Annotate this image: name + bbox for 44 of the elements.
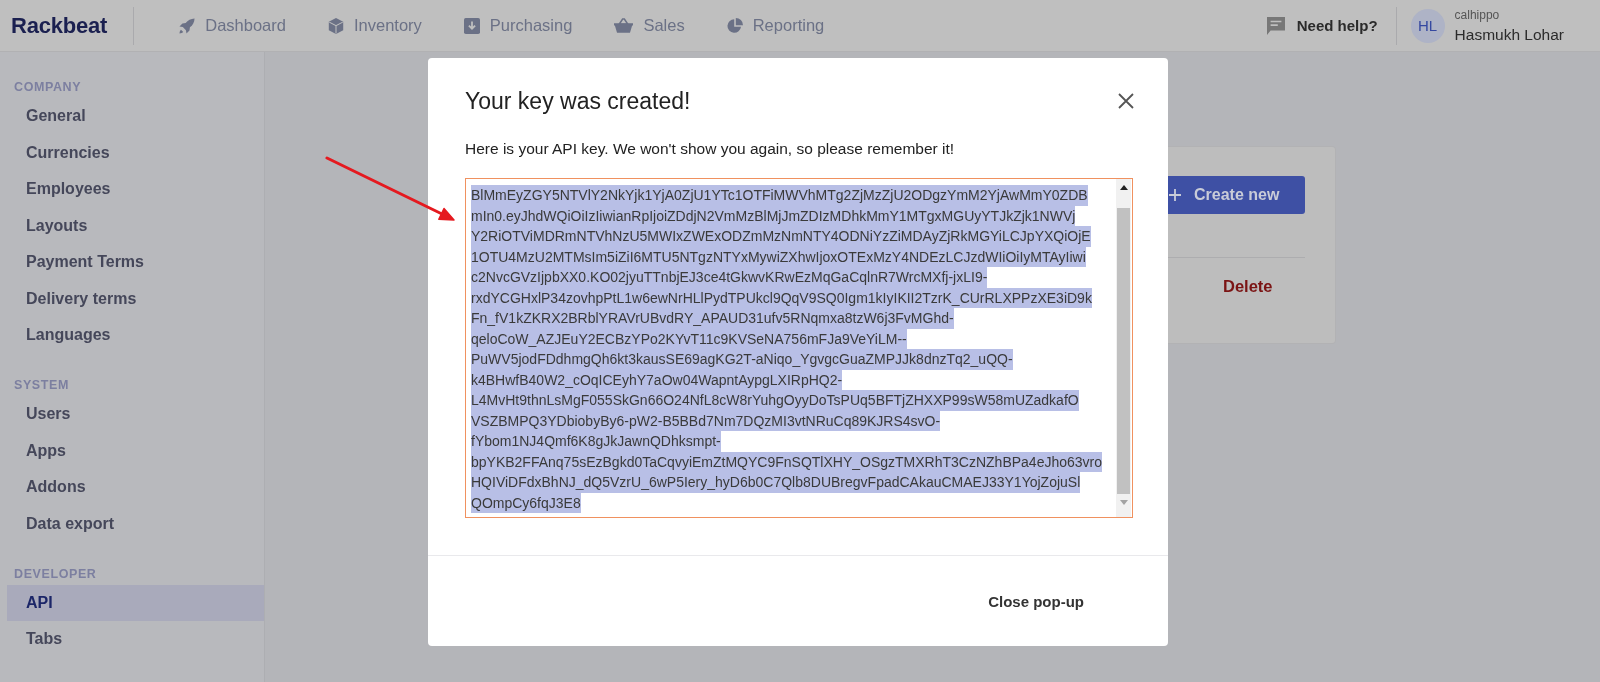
- scrollbar[interactable]: [1116, 179, 1131, 517]
- scrollbar-thumb[interactable]: [1117, 208, 1130, 494]
- section-heading: DEVELOPER: [13, 565, 97, 583]
- modal-title: Your key was created!: [465, 86, 691, 116]
- sidebar-item[interactable]: Data export: [7, 505, 264, 542]
- sidebar-item[interactable]: General: [7, 98, 264, 135]
- sidebar-item[interactable]: Addons: [7, 469, 264, 506]
- nav-link[interactable]: Reporting: [726, 16, 825, 35]
- pie-chart-icon: [726, 17, 743, 34]
- download-tray-icon: [463, 17, 480, 34]
- delete-button[interactable]: Delete: [1223, 276, 1273, 296]
- cube-icon: [327, 17, 344, 34]
- sidebar-item[interactable]: Employees: [7, 171, 264, 208]
- scroll-down-icon[interactable]: [1119, 500, 1128, 505]
- sidebar-item[interactable]: Currencies: [7, 134, 264, 171]
- sidebar-item[interactable]: Delivery terms: [7, 280, 264, 317]
- rocket-icon: [179, 17, 196, 34]
- scroll-up-icon[interactable]: [1119, 185, 1128, 190]
- sidebar-item[interactable]: Apps: [7, 432, 264, 469]
- account-name: calhippo: [1454, 7, 1501, 23]
- plus-icon: [1169, 189, 1181, 201]
- chat-icon: [1266, 16, 1285, 35]
- sidebar-item[interactable]: Payment Terms: [7, 244, 264, 281]
- close-icon[interactable]: [1118, 92, 1134, 109]
- user-name: Hasmukh Lohar: [1454, 24, 1564, 44]
- basket-icon: [614, 18, 634, 33]
- logo[interactable]: Rackbeat: [11, 12, 108, 39]
- section-heading: COMPANY: [13, 79, 82, 96]
- section-heading: SYSTEM: [13, 377, 69, 394]
- user-avatar[interactable]: HL: [1410, 8, 1445, 43]
- nav-link[interactable]: Inventory: [327, 16, 422, 35]
- sidebar-item[interactable]: Languages: [7, 317, 264, 354]
- help-link[interactable]: Need help?: [1266, 16, 1378, 35]
- sidebar-item[interactable]: API: [7, 584, 264, 621]
- nav-link[interactable]: Dashboard: [179, 16, 286, 35]
- sidebar-item[interactable]: Layouts: [7, 207, 264, 244]
- api-key-field[interactable]: BlMmEyZGY5NTVlY2NkYjk1YjA0ZjU1YTc1OTFiMWVhMTg2ZjMzZjU2ODgzYmM2YjAwMmY0ZDB mIn0.eyJhdWQiOiIzIiwianRpIjoiZDdjN2VmMzBlMjJmZDIzMDhkMmY1MTgxMGUyYTJkZjk1NWVj Y2RiOTViMDRmNTVhNzU5MWIxZWExODZmMzNmNTY4ODNiYzZiMDAyZjRkMGYiLCJpYXQiOjE 1OTU4MzU2MTMsIm5iZiI6MTU5NTgzNTYxMywiZXhwIjoxOTExMzY4NDEzLCJzdWIiOiIyMTAyIiwi c2NvcGVzIjpbXX0.KO02jyuTTnbjEJ3ce4tGkwvKRwEzMqGaCqlnR7WrcMXfj-jxLI9- rxdYCGHxlP34zovhpPtL1w6ewNrHLlPydTPUkcl9QqV9SQ0Igm1kIyIKII2TzrK_CUrRLXPPzXE3iD9k Fn_fV1kZKRX2BRblYRAVrUBvdRY_APAUD31ufv5RNqmxa8tzW6j3FvMGhd- qeloCoW_AZJEuY2ECBzYPo2KYvT11c9KVSeNA756mFJa9VeYiLM-- PuWV5jodFDdhmgQh6kt3kausSE69agKG2T-aNiqo_YgvgcGuaZMPJJk8dnzTq2_uQQ- k4BHwfB40W2_cOqICEyhY7aOw04WapntAypgLXIRpHQ2- L4MvHt9thnLsMgF055SkGn66O24NfL8cW8rYuhgOyyDoTsPUq5BFTjZHXXP99sW58mUZadkafO VSZBMPQ3YDbiobyBy6-pW2-B5BBd7Nm7DQzMI3vtNRuCq89KJRS4svO- fYbom1NJ4Qmf6K8gJkJawnQDhksmpt- bpYKB2FFAnq75sEzBgkd0TaCqvyiEmZtMQYC9FnSQTlXHY_OSgzTMXRhT3CzNZhBPa4eJho63vro HQIViDFdxBhNJ_dQ5VzrU_6wP5Iery_hyD6b0C7Qlb8DUBregvFpadCAkauCMAEJ33Y1YojZojuSl QOmpCy6fqJ3E8: [465, 178, 1133, 518]
- nav-link[interactable]: Purchasing: [463, 16, 573, 35]
- sidebar-item[interactable]: Users: [7, 396, 264, 433]
- modal-message: Here is your API key. We won't show you again, so please remember it!: [465, 139, 956, 159]
- create-new-button[interactable]: Create new: [1168, 176, 1305, 214]
- sidebar-item[interactable]: Tabs: [7, 621, 264, 658]
- close-popup-button[interactable]: Close pop-up: [972, 584, 1100, 618]
- nav-link[interactable]: Sales: [614, 16, 685, 35]
